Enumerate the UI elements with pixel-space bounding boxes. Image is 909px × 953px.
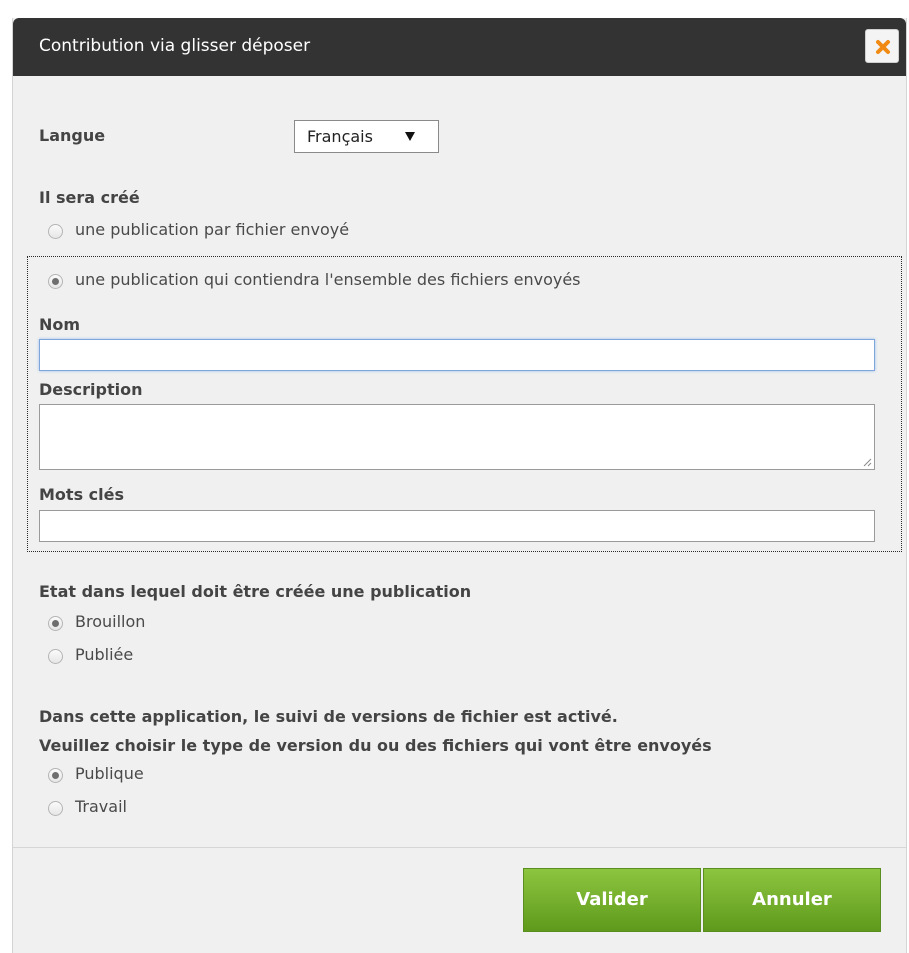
resize-handle-icon[interactable] (862, 457, 872, 467)
dialog-title: Contribution via glisser déposer (39, 36, 311, 56)
footer-divider (13, 847, 906, 848)
keywords-label: Mots clés (39, 485, 124, 504)
state-heading: Etat dans lequel doit être créée une pub… (39, 582, 472, 601)
language-label: Langue (39, 126, 106, 145)
language-selected-value: Français (307, 127, 373, 146)
close-button[interactable] (865, 29, 899, 63)
single-publication-group: une publication qui contiendra l'ensembl… (27, 256, 902, 552)
drag-drop-contribution-dialog: Contribution via glisser déposer Langue … (12, 18, 907, 953)
creation-heading: Il sera créé (39, 188, 140, 207)
validate-button[interactable]: Valider (523, 868, 701, 932)
option-label-one-per-file: une publication par fichier envoyé (75, 220, 350, 239)
description-textarea[interactable] (39, 404, 875, 470)
name-field[interactable] (39, 339, 875, 371)
radio-public-version[interactable] (48, 768, 63, 783)
radio-draft[interactable] (48, 616, 63, 631)
chevron-down-icon (405, 132, 415, 141)
language-select[interactable]: Français (294, 120, 439, 153)
option-label-public: Publique (75, 764, 144, 783)
name-label: Nom (39, 315, 81, 334)
radio-single-publication[interactable] (48, 274, 63, 289)
option-label-single-publication: une publication qui contiendra l'ensembl… (75, 270, 581, 289)
description-label: Description (39, 380, 143, 399)
versioning-info: Dans cette application, le suivi de vers… (39, 707, 618, 726)
option-label-work: Travail (75, 797, 127, 816)
close-icon (876, 40, 890, 54)
option-label-published: Publiée (75, 645, 134, 664)
radio-published[interactable] (48, 649, 63, 664)
dialog-titlebar: Contribution via glisser déposer (13, 18, 906, 76)
keywords-field[interactable] (39, 510, 875, 542)
versioning-instruction: Veuillez choisir le type de version du o… (39, 736, 712, 755)
radio-one-publication-per-file[interactable] (48, 224, 63, 239)
cancel-button[interactable]: Annuler (703, 868, 881, 932)
option-label-draft: Brouillon (75, 612, 146, 631)
radio-work-version[interactable] (48, 801, 63, 816)
